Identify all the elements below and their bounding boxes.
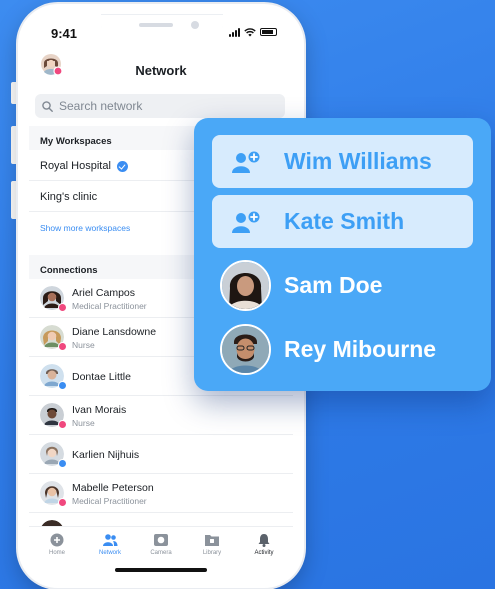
- tab-activity[interactable]: Activity: [239, 533, 289, 556]
- suggestions-card: Wim Williams Kate Smith Sam Doe Rey Mibo…: [194, 118, 491, 391]
- search-placeholder: Search network: [59, 99, 143, 113]
- connection-row[interactable]: Mabelle Peterson Medical Practitioner: [29, 474, 293, 513]
- battery-icon: [260, 28, 277, 36]
- tab-label: Network: [98, 550, 121, 556]
- camera-icon: [154, 534, 168, 546]
- tab-library[interactable]: Library: [187, 533, 237, 556]
- people-icon: [103, 534, 118, 546]
- status-time: 9:41: [51, 26, 78, 41]
- avatar: [220, 260, 271, 311]
- connection-role: Nurse: [72, 340, 95, 350]
- add-user-icon: [232, 151, 260, 173]
- invite-row-kate-smith[interactable]: Kate Smith: [212, 195, 473, 248]
- tab-label: Home: [48, 550, 65, 556]
- page-title: Network: [135, 63, 187, 78]
- status-icons: [229, 27, 277, 37]
- connection-name: Ariel Campos: [72, 287, 136, 299]
- invite-row-wim-williams[interactable]: Wim Williams: [212, 135, 473, 188]
- status-badge: [58, 459, 67, 468]
- connection-name: Dontae Little: [72, 371, 131, 383]
- add-user-icon: [232, 211, 260, 233]
- signal-icon: [229, 27, 240, 37]
- connection-name: Ivan Morais: [72, 404, 127, 416]
- connection-role: Medical Practitioner: [72, 496, 147, 506]
- connection-role: Medical Practitioner: [72, 301, 147, 311]
- search-input[interactable]: Search network: [35, 94, 285, 118]
- workspace-name: King's clinic: [40, 191, 98, 203]
- member-row-rey-mibourne[interactable]: Rey Mibourne: [220, 324, 480, 376]
- connection-row-partial: [29, 513, 293, 544]
- connection-name: Karlien Nijhuis: [72, 449, 140, 461]
- tab-camera[interactable]: Camera: [136, 533, 186, 556]
- status-badge: [58, 303, 67, 312]
- library-icon: [205, 535, 219, 546]
- status-badge: [58, 381, 67, 390]
- wifi-icon: [244, 27, 256, 36]
- member-name: Sam Doe: [284, 272, 383, 298]
- tab-label: Camera: [150, 550, 172, 556]
- tab-network[interactable]: Network: [85, 533, 135, 556]
- invite-name: Wim Williams: [284, 148, 432, 174]
- invite-name: Kate Smith: [284, 208, 405, 234]
- tab-label: Activity: [254, 550, 274, 556]
- member-name: Rey Mibourne: [284, 336, 437, 362]
- status-badge: [58, 420, 67, 429]
- speaker-grille: [139, 23, 173, 27]
- show-more-workspaces-link[interactable]: Show more workspaces: [40, 223, 130, 233]
- connection-name: Diane Lansdowne: [72, 326, 157, 338]
- bell-icon: [258, 534, 270, 547]
- notch: [101, 14, 223, 40]
- avatar: [220, 324, 271, 375]
- search-icon: [42, 100, 53, 112]
- front-camera: [191, 21, 199, 29]
- connection-role: Nurse: [72, 418, 95, 428]
- connection-row[interactable]: Karlien Nijhuis: [29, 435, 293, 474]
- member-row-sam-doe[interactable]: Sam Doe: [220, 260, 480, 312]
- home-indicator: [115, 568, 207, 572]
- workspace-name: Royal Hospital: [40, 160, 111, 172]
- connection-row[interactable]: Ivan Morais Nurse: [29, 396, 293, 435]
- tab-home[interactable]: Home: [32, 533, 82, 556]
- app-header: Network: [29, 50, 293, 90]
- verified-check-icon: [116, 161, 128, 172]
- status-badge: [58, 498, 67, 507]
- home-icon: [50, 533, 64, 547]
- tab-bar: Home Network Camera Library Activity: [29, 526, 293, 580]
- tab-label: Library: [202, 550, 222, 556]
- connection-name: Mabelle Peterson: [72, 482, 154, 494]
- status-badge: [58, 342, 67, 351]
